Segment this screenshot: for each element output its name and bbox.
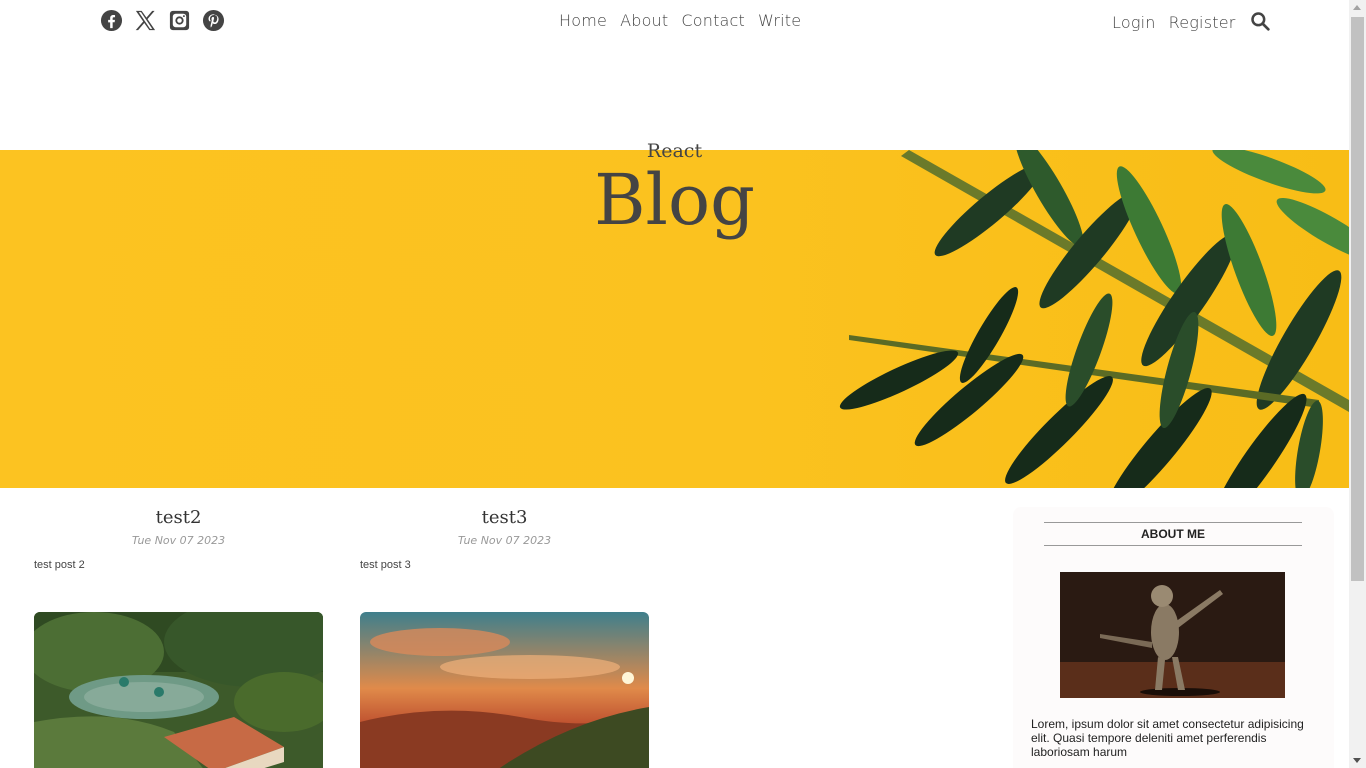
nav-write[interactable]: Write: [758, 11, 801, 30]
post-date: Tue Nov 07 2023: [457, 534, 552, 547]
post-title[interactable]: test3: [360, 505, 649, 531]
post-image-resort[interactable]: [34, 612, 323, 768]
top-bar: Home About Contact Write Login Register: [0, 0, 1349, 44]
header-title: Blog: [594, 159, 755, 241]
post-description: test post 2: [34, 559, 85, 571]
scroll-up-icon[interactable]: [1353, 5, 1361, 10]
login-link[interactable]: Login: [1112, 13, 1156, 32]
header-titles: React Blog: [0, 138, 1349, 240]
social-links: [100, 9, 225, 32]
post-image-sunset[interactable]: [360, 612, 649, 768]
post-card[interactable]: test2 Tue Nov 07 2023 test post 2: [34, 505, 323, 571]
main-nav: Home About Contact Write: [559, 11, 801, 30]
scroll-down-icon[interactable]: [1353, 758, 1361, 763]
post-card[interactable]: test3 Tue Nov 07 2023 test post 3: [360, 505, 649, 571]
post-description: test post 3: [360, 559, 411, 571]
nav-about[interactable]: About: [620, 11, 668, 30]
sidebar-text: Lorem, ipsum dolor sit amet consectetur …: [1031, 717, 1304, 759]
register-link[interactable]: Register: [1169, 13, 1236, 32]
nav-home[interactable]: Home: [559, 11, 607, 30]
post-title[interactable]: test2: [34, 505, 323, 531]
page-scrollbar[interactable]: [1349, 0, 1366, 768]
sidebar-title: ABOUT ME: [1044, 522, 1302, 546]
facebook-icon[interactable]: [100, 9, 123, 32]
sidebar: ABOUT ME Lorem, ipsum dolor sit amet con…: [1013, 507, 1334, 768]
auth-links: Login Register: [1112, 11, 1272, 33]
nav-contact[interactable]: Contact: [681, 11, 745, 30]
scrollbar-thumb[interactable]: [1351, 17, 1364, 581]
about-me-image: [1060, 572, 1285, 698]
instagram-icon[interactable]: [168, 9, 191, 32]
x-twitter-icon[interactable]: [134, 9, 157, 32]
search-icon[interactable]: [1250, 11, 1272, 33]
post-date: Tue Nov 07 2023: [131, 534, 226, 547]
pinterest-icon[interactable]: [202, 9, 225, 32]
